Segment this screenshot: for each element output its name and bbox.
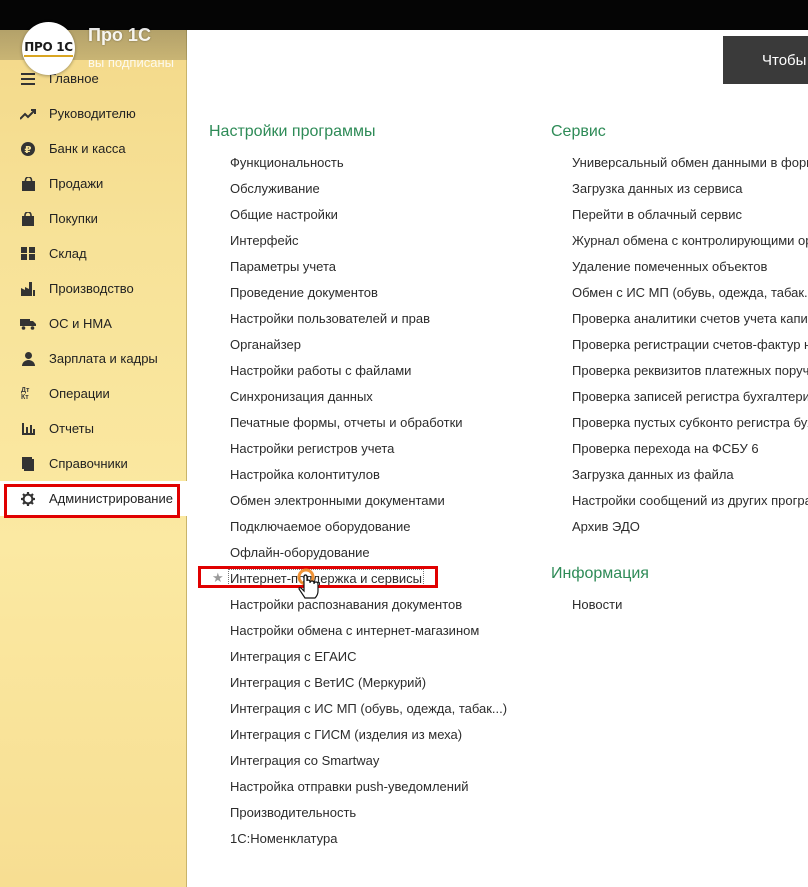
sidebar-item-label: Операции xyxy=(49,386,110,401)
service-link[interactable]: Проверка записей регистра бухгалтерии xyxy=(572,389,808,404)
section-title-info: Информация xyxy=(551,565,649,582)
sidebar-item-assets[interactable]: ОС и НМА xyxy=(0,306,187,341)
info-link-news[interactable]: Новости xyxy=(572,597,808,612)
sidebar-item-label: Склад xyxy=(49,246,87,261)
sidebar-item-label: Продажи xyxy=(49,176,104,191)
ruble-coin-icon: ₽ xyxy=(18,141,38,156)
shopping-bag-icon xyxy=(18,176,38,191)
settings-link[interactable]: Интеграция с ЕГАИС xyxy=(230,649,356,664)
service-link[interactable]: Обмен с ИС МП (обувь, одежда, табак...) xyxy=(572,285,808,300)
service-link[interactable]: Перейти в облачный сервис xyxy=(572,207,808,222)
settings-link[interactable]: Подключаемое оборудование xyxy=(230,519,411,534)
settings-link[interactable]: Офлайн-оборудование xyxy=(230,545,370,560)
channel-subtitle: вы подписаны xyxy=(88,55,174,70)
channel-name[interactable]: Про 1С xyxy=(88,25,151,46)
settings-link[interactable]: Настройки работы с файлами xyxy=(230,363,411,378)
channel-logo[interactable]: ПРО 1С xyxy=(22,22,75,75)
service-link[interactable]: Проверка пустых субконто регистра бухгал… xyxy=(572,415,808,430)
sidebar-item-operations[interactable]: Дт Кт Операции xyxy=(0,376,187,411)
service-link[interactable]: Журнал обмена с контролирующими органами xyxy=(572,233,808,248)
settings-link[interactable]: Параметры учета xyxy=(230,259,336,274)
service-link[interactable]: Проверка перехода на ФСБУ 6 xyxy=(572,441,808,456)
settings-link[interactable]: Настройки распознавания документов xyxy=(230,597,462,612)
settings-link[interactable]: Интерфейс xyxy=(230,233,298,248)
svg-text:₽: ₽ xyxy=(25,145,32,156)
service-link[interactable]: Настройки сообщений из других программ xyxy=(572,493,808,508)
sidebar-item-manager[interactable]: Руководителю xyxy=(0,96,187,131)
settings-link[interactable]: Функциональность xyxy=(230,155,344,170)
book-icon xyxy=(18,456,38,471)
sidebar-item-label: Банк и касса xyxy=(49,141,126,156)
sidebar-item-warehouse[interactable]: Склад xyxy=(0,236,187,271)
settings-link[interactable]: Интеграция с ВетИС (Меркурий) xyxy=(230,675,426,690)
settings-link[interactable]: Производительность xyxy=(230,805,356,820)
settings-link[interactable]: Интеграция с ИС МП (обувь, одежда, табак… xyxy=(230,701,507,716)
service-link[interactable]: Удаление помеченных объектов xyxy=(572,259,808,274)
sidebar-item-sales[interactable]: Продажи xyxy=(0,166,187,201)
settings-link[interactable]: Интеграция со Smartway xyxy=(230,753,379,768)
sidebar: Главное Руководителю ₽ Банк и касса Прод… xyxy=(0,30,187,887)
sidebar-item-production[interactable]: Производство xyxy=(0,271,187,306)
settings-link[interactable]: Настройки пользователей и прав xyxy=(230,311,430,326)
bar-chart-icon xyxy=(18,422,38,435)
settings-link[interactable]: Настройка колонтитулов xyxy=(230,467,380,482)
sidebar-item-label: Отчеты xyxy=(49,421,94,436)
trend-up-icon xyxy=(18,108,38,120)
settings-link[interactable]: Проведение документов xyxy=(230,285,378,300)
sidebar-item-purchases[interactable]: Покупки xyxy=(0,201,187,236)
settings-link[interactable]: 1С:Номенклатура xyxy=(230,831,337,846)
service-link[interactable]: Загрузка данных из сервиса xyxy=(572,181,808,196)
factory-icon xyxy=(18,281,38,296)
sidebar-item-label: Производство xyxy=(49,281,134,296)
sidebar-item-bank[interactable]: ₽ Банк и касса xyxy=(0,131,187,166)
settings-link[interactable]: Органайзер xyxy=(230,337,301,352)
section-title-settings: Настройки программы xyxy=(209,123,376,140)
settings-link[interactable]: Настройка отправки push-уведомлений xyxy=(230,779,468,794)
sidebar-item-label: ОС и НМА xyxy=(49,316,112,331)
settings-link[interactable]: Настройки обмена с интернет-магазином xyxy=(230,623,479,638)
sidebar-item-salary[interactable]: Зарплата и кадры xyxy=(0,341,187,376)
service-link[interactable]: Проверка регистрации счетов-фактур на ав… xyxy=(572,337,808,352)
person-icon xyxy=(18,351,38,366)
header-dark-button[interactable]: Чтобы xyxy=(723,36,808,84)
service-link[interactable]: Универсальный обмен данными в формате xyxy=(572,155,808,170)
debit-credit-text: Дт Кт xyxy=(21,386,30,401)
sidebar-item-label: Зарплата и кадры xyxy=(49,351,158,366)
settings-link[interactable]: Обслуживание xyxy=(230,181,320,196)
settings-link[interactable]: Обмен электронными документами xyxy=(230,493,445,508)
settings-link[interactable]: Синхронизация данных xyxy=(230,389,373,404)
cart-icon xyxy=(18,211,38,226)
settings-link[interactable]: Интеграция с ГИСМ (изделия из меха) xyxy=(230,727,462,742)
hand-cursor-icon xyxy=(297,568,319,599)
sidebar-item-label: Покупки xyxy=(49,211,98,226)
truck-icon xyxy=(18,318,38,330)
menu-lines-icon xyxy=(18,72,38,85)
highlight-box-administration xyxy=(4,484,180,518)
sidebar-item-references[interactable]: Справочники xyxy=(0,446,187,481)
main-panel: Чтобы Настройки программы Сервис Информа… xyxy=(188,30,808,887)
sidebar-item-label: Руководителю xyxy=(49,106,136,121)
settings-link[interactable]: Общие настройки xyxy=(230,207,338,222)
debit-credit-icon: Дт Кт xyxy=(18,387,38,401)
service-link[interactable]: Проверка реквизитов платежных поручений xyxy=(572,363,808,378)
settings-link[interactable]: Настройки регистров учета xyxy=(230,441,394,456)
service-link[interactable]: Проверка аналитики счетов учета капиталь… xyxy=(572,311,808,326)
warehouse-icon xyxy=(18,247,38,260)
service-link[interactable]: Загрузка данных из файла xyxy=(572,467,808,482)
sidebar-item-label: Справочники xyxy=(49,456,128,471)
channel-logo-text: ПРО 1С xyxy=(24,40,73,57)
section-title-service: Сервис xyxy=(551,123,606,140)
settings-link[interactable]: Печатные формы, отчеты и обработки xyxy=(230,415,463,430)
service-link[interactable]: Архив ЭДО xyxy=(572,519,808,534)
sidebar-item-reports[interactable]: Отчеты xyxy=(0,411,187,446)
